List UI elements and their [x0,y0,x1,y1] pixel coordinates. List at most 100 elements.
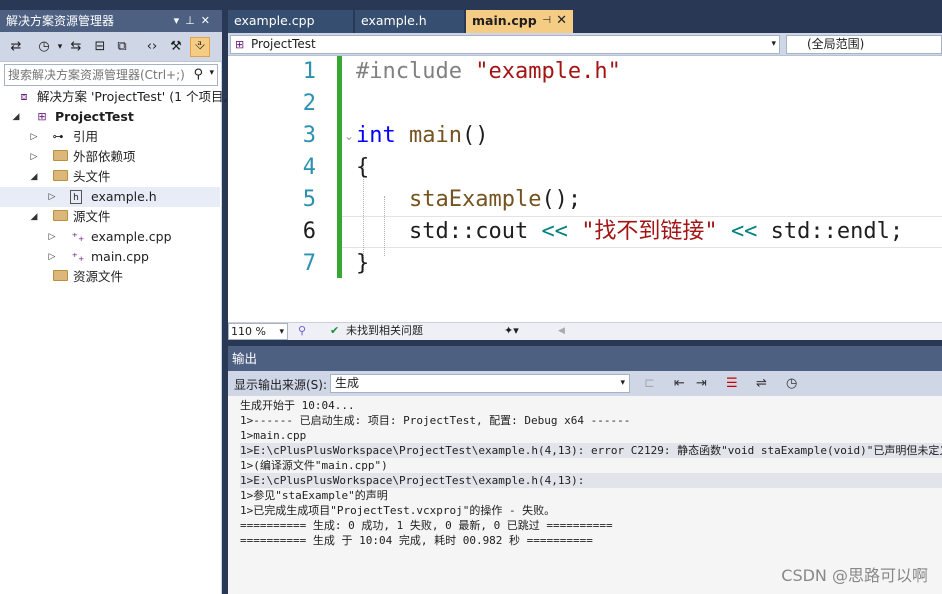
tab-main-cpp[interactable]: main.cpp ⊣ ✕ [466,10,574,33]
tree-item-project[interactable]: ◢ ⊞ ProjectTest [0,107,220,127]
code-editor[interactable]: 1 2 3 4 5 6 7 ⌄ #include "example.h" int… [228,56,942,322]
word-wrap-icon[interactable]: ⇌ [756,376,767,391]
tree-item-resource-files[interactable]: 资源文件 [0,267,220,287]
output-toolbar: 显示输出来源(S): 生成 ▾ ⊏ ⇤ ⇥ ☰ ⇌ ◷ [228,371,942,396]
solution-explorer-toolbar: ⇄ ◷ ▾ ⇆ ⊟ ⧉ ‹› ⚒ ⎀ [0,32,222,62]
collapsed-arrow-icon[interactable]: ▷ [46,187,58,207]
output-line: ========== 生成: 0 成功, 1 失败, 0 最新, 0 已跳过 =… [240,519,613,532]
output-title-bar: 输出 [228,346,942,371]
output-line: ========== 生成 于 10:04 完成, 耗时 00.982 秒 ==… [240,534,593,547]
code-line-1[interactable]: #include "example.h" [356,56,621,88]
clear-all-icon[interactable]: ☰ [726,376,738,391]
navigation-bar: ⊞ ProjectTest ▾ (全局范围) [228,33,942,56]
preview-icon[interactable]: ⎀ [190,37,210,57]
cpp-file-icon: ⁺₊ [71,250,85,264]
solution-explorer-panel: 解决方案资源管理器 ▾⊥✕ ⇄ ◷ ▾ ⇆ ⊟ ⧉ ‹› ⚒ ⎀ ⚲ ▾ ⧈ 解… [0,10,228,594]
tree-item-example-h[interactable]: ▷ h example.h [0,187,220,207]
next-message-icon[interactable]: ⇥ [696,376,707,391]
properties-icon[interactable]: ⚒ [168,39,184,55]
chevron-down-icon[interactable]: ▾ [620,375,625,392]
output-source-label: 显示输出来源(S): [234,378,328,392]
dropdown-icon[interactable]: ▾ [174,14,186,27]
issues-status[interactable]: 未找到相关问题 [346,323,423,339]
references-icon: ⊶ [52,130,64,143]
chevron-down-icon[interactable]: ▾ [771,36,776,53]
output-line-error[interactable]: 1>E:\cPlusPlusWorkspace\ProjectTest\exam… [240,443,942,458]
expanded-arrow-icon[interactable]: ◢ [28,167,40,187]
output-source-dropdown[interactable]: 生成 ▾ [330,374,630,393]
cleanup-icon[interactable]: ✦▾ [504,323,519,339]
line-number: 1 [302,59,316,84]
collapsed-arrow-icon[interactable]: ▷ [46,227,58,247]
editor-status-bar: 110 % ▾ ⚲ ✔ 未找到相关问题 ✦▾ ◀ [228,322,942,340]
pin-icon[interactable]: ⊣ [542,10,551,31]
code-line-6[interactable]: std::cout << "找不到链接" << std::endl; [356,216,903,248]
search-input[interactable] [5,65,191,85]
folder-icon [52,210,68,224]
line-number: 3 [302,123,316,148]
expanded-arrow-icon[interactable]: ◢ [28,207,40,227]
line-number-gutter: 1 2 3 4 5 6 7 [228,56,338,322]
expanded-arrow-icon[interactable]: ◢ [10,107,22,127]
output-line: 1>main.cpp [240,429,307,442]
tree-item-example-cpp[interactable]: ▷ ⁺₊ example.cpp [0,227,220,247]
code-line-3[interactable]: int main() [356,120,488,152]
line-number: 5 [302,187,316,212]
sync-icon[interactable]: ⇄ [8,39,24,55]
collapsed-arrow-icon[interactable]: ▷ [28,127,40,147]
zoom-dropdown[interactable]: 110 % ▾ [228,323,288,340]
switch-views-icon[interactable]: ⇆ [68,39,84,55]
pin-icon[interactable]: ⊥ [185,14,201,27]
project-icon: ⊞ [235,38,245,51]
project-icon: ⊞ [37,110,47,123]
tree-item-references[interactable]: ▷ ⊶ 引用 [0,127,220,147]
watermark: CSDN @思路可以啊 [781,566,928,585]
check-circle-icon: ✔ [330,324,340,337]
code-line-4[interactable]: { [356,152,369,184]
chevron-down-icon[interactable]: ▾ [52,39,68,55]
tree-item-external-deps[interactable]: ▷ 外部依赖项 [0,147,220,167]
tab-example-cpp[interactable]: example.cpp [228,10,354,33]
tree-item-source-files[interactable]: ◢ 源文件 [0,207,220,227]
collapsed-arrow-icon[interactable]: ▷ [46,247,58,267]
code-line-5[interactable]: staExample(); [356,184,581,216]
find-message-icon[interactable]: ⊏ [644,376,655,391]
solution-icon: ⧈ [20,90,28,103]
output-line: 1>参见"staExample"的声明 [240,489,388,502]
chevron-down-icon[interactable]: ▾ [279,324,284,340]
close-icon[interactable]: ✕ [556,10,567,31]
chevron-down-icon[interactable]: ▾ [209,68,214,78]
tree-item-main-cpp[interactable]: ▷ ⁺₊ main.cpp [0,247,220,267]
intellicode-icon[interactable]: ⚲ [298,323,306,339]
collapse-all-icon[interactable]: ⊟ [92,39,108,55]
scope-dropdown[interactable]: (全局范围) [786,35,942,54]
panel-title: 解决方案资源管理器 [6,14,115,28]
output-panel: 输出 显示输出来源(S): 生成 ▾ ⊏ ⇤ ⇥ ☰ ⇌ ◷ 生成开始于 10:… [228,346,942,594]
output-line[interactable]: 1>E:\cPlusPlusWorkspace\ProjectTest\exam… [240,473,942,488]
fold-chevron-icon[interactable]: ⌄ [344,129,354,143]
line-number: 4 [302,155,316,180]
collapsed-arrow-icon[interactable]: ▷ [28,147,40,167]
folder-icon [52,270,68,284]
header-file-icon: h [70,190,82,204]
code-line-7[interactable]: } [356,248,369,280]
editor-tab-strip: example.cpp example.h main.cpp ⊣ ✕ [228,10,942,33]
tab-example-h[interactable]: example.h [355,10,465,33]
scroll-left-icon[interactable]: ◀ [558,323,565,339]
previous-message-icon[interactable]: ⇤ [674,376,685,391]
project-dropdown[interactable]: ⊞ ProjectTest ▾ [230,35,780,54]
cpp-file-icon: ⁺₊ [71,230,85,244]
show-all-files-icon[interactable]: ⧉ [114,39,130,55]
output-line: 生成开始于 10:04... [240,399,355,412]
output-line: 1>------ 已启动生成: 项目: ProjectTest, 配置: Deb… [240,414,631,427]
history-icon[interactable]: ◷ [36,39,52,55]
solution-search-box[interactable]: ⚲ ▾ [4,64,218,86]
output-line: 1>已完成生成项目"ProjectTest.vcxproj"的操作 - 失败。 [240,504,556,517]
tree-item-header-files[interactable]: ◢ 头文件 [0,167,220,187]
search-icon[interactable]: ⚲ [193,67,203,82]
tree-item-solution[interactable]: ⧈ 解决方案 'ProjectTest' (1 个项目, [0,87,228,107]
line-number-current: 6 [302,219,316,244]
code-icon[interactable]: ‹› [144,39,160,55]
close-icon[interactable]: ✕ [201,14,216,27]
timestamp-icon[interactable]: ◷ [786,376,797,391]
